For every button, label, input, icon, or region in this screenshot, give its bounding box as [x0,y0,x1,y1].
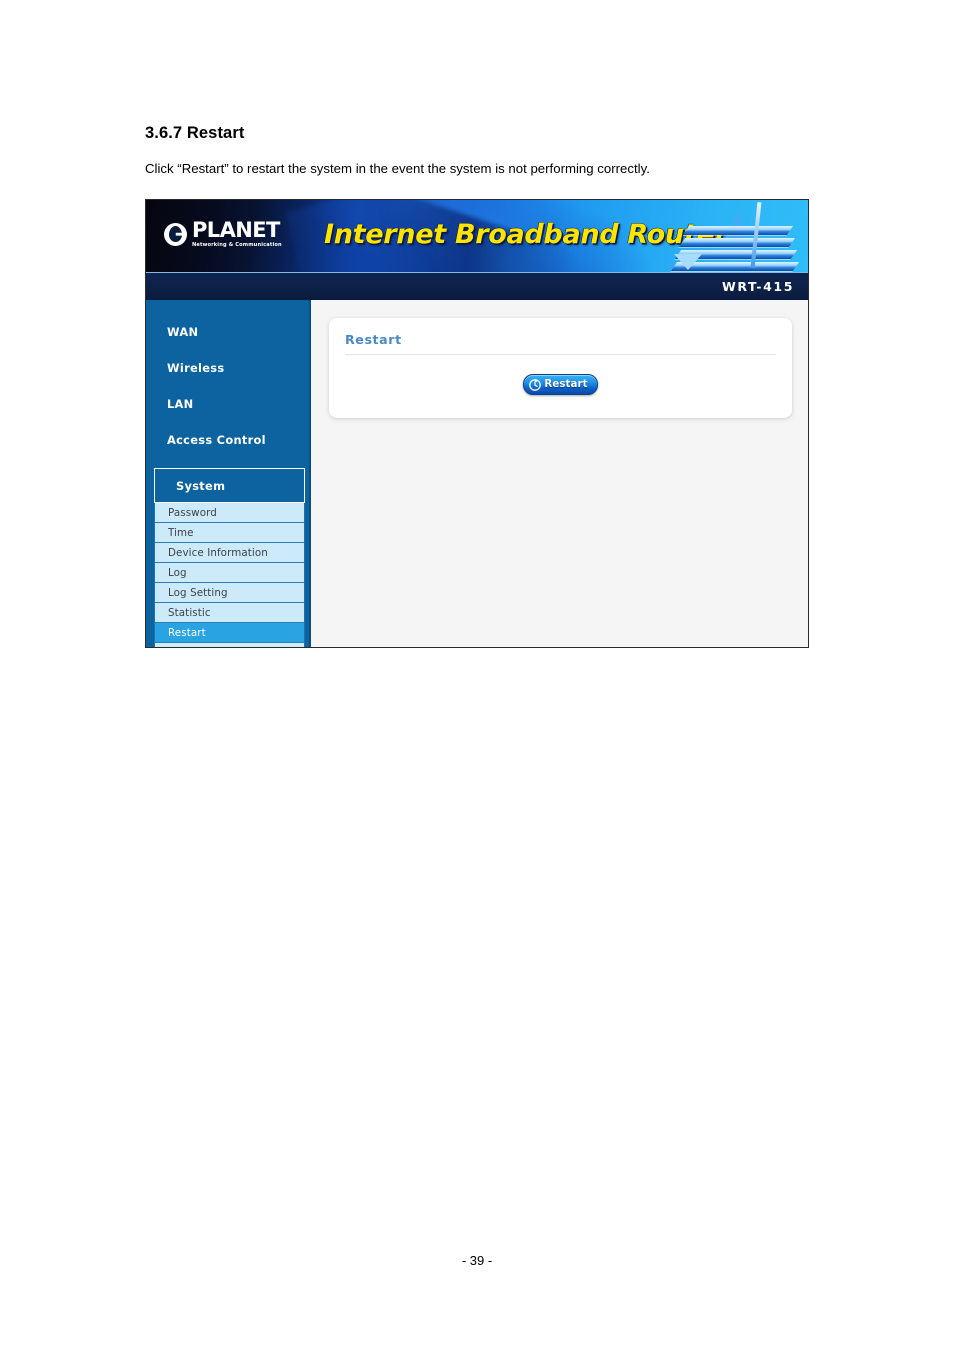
section-heading: 3.6.7 Restart [145,124,245,142]
sidebar-item-wireless[interactable]: Wireless [146,350,309,386]
brand-name: PLANET [192,218,280,242]
sidebar-subitem-label: Log [168,566,187,579]
refresh-circular-arrow-icon [529,378,542,391]
sidebar-subitem-label: Log Setting [168,586,228,599]
sidebar-subitem-label: Firmware [168,647,216,648]
panel-divider [345,354,776,355]
graphic-wedge [674,254,702,270]
sidebar-subitem-restart[interactable]: Restart [155,623,304,643]
sidebar-item-wan[interactable]: WAN [146,314,309,350]
graphic-slab [682,226,794,235]
sidebar-subitem-device-information[interactable]: Device Information [155,543,304,563]
page-number: - 39 - [461,1253,493,1268]
sidebar-subitem-label: Device Information [168,546,268,559]
sidebar-item-label: Access Control [167,433,266,447]
graphic-slab [678,238,796,247]
section-paragraph: Click “Restart” to restart the system in… [145,161,650,176]
router-body: WAN Wireless LAN Access Control System P… [146,300,808,648]
planet-logo-text: PLANET Networking & Communication [192,220,282,248]
router-banner: PLANET Networking & Communication Intern… [146,200,808,272]
panel-button-row: Restart [345,374,776,395]
main-content-area: Restart Restart [310,300,808,647]
router-ui-screenshot: PLANET Networking & Communication Intern… [145,199,809,648]
sidebar-subitem-log-setting[interactable]: Log Setting [155,583,304,603]
restart-button-label: Restart [544,379,588,390]
product-title: Internet Broadband Router [324,219,728,250]
sidebar-item-system[interactable]: System [154,468,305,503]
model-bar: WRT-415 [146,272,808,300]
sidebar-item-access-control[interactable]: Access Control [146,422,309,458]
sidebar-subitem-time[interactable]: Time [155,523,304,543]
brand-tagline: Networking & Communication [192,242,282,248]
sidebar-submenu-system: Password Time Device Information Log Log… [154,503,305,648]
sidebar-subitem-label: Time [168,526,194,539]
sidebar-subitem-log[interactable]: Log [155,563,304,583]
restart-button[interactable]: Restart [523,374,598,395]
sidebar-subitem-label: Restart [168,626,206,639]
sidebar-subitem-statistic[interactable]: Statistic [155,603,304,623]
sidebar-subitem-password[interactable]: Password [155,503,304,523]
planet-globe-icon [164,222,187,246]
restart-panel: Restart Restart [329,318,792,418]
panel-title: Restart [345,332,402,347]
sidebar-item-lan[interactable]: LAN [146,386,309,422]
planet-logo: PLANET Networking & Communication [164,220,282,248]
sidebar-subitem-label: Statistic [168,606,211,619]
model-number: WRT-415 [721,279,794,294]
sidebar-item-label: WAN [167,325,199,339]
sidebar-item-label: System [176,478,226,493]
sidebar-item-label: LAN [167,397,194,411]
sidebar-navigation: WAN Wireless LAN Access Control System P… [146,300,310,648]
sidebar-subitem-firmware[interactable]: Firmware [155,643,304,648]
sidebar-item-label: Wireless [167,361,225,375]
sidebar-subitem-label: Password [168,506,217,519]
building-graphic-icon [668,200,808,272]
